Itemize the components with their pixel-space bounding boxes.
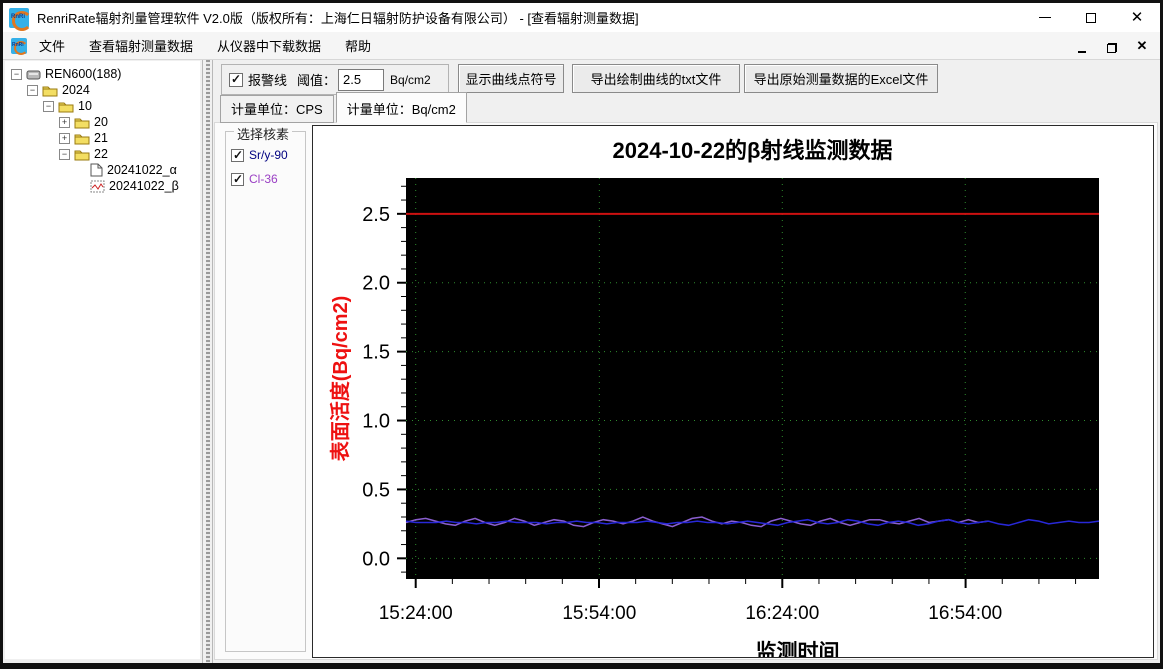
minimize-icon	[1039, 17, 1051, 18]
nuclide-checkbox-0[interactable]	[231, 148, 244, 162]
window-title: RenriRate辐射剂量管理软件 V2.0版（版权所有：上海仁日辐射防护设备有…	[37, 11, 639, 26]
nuclide-label-1: Cl-36	[249, 172, 278, 186]
tree-item-label: 20	[94, 115, 108, 129]
doc-icon	[90, 163, 103, 177]
tree-expander-icon[interactable]: +	[59, 116, 70, 128]
tree-expander-icon[interactable]: −	[59, 148, 70, 160]
tab-unit-0[interactable]: 计量单位：CPS	[220, 95, 334, 123]
svg-text:15:24:00: 15:24:00	[379, 603, 453, 624]
nuclide-checkbox-1[interactable]	[231, 172, 244, 186]
folder-icon	[42, 84, 58, 97]
menu-item-1[interactable]: 查看辐射测量数据	[77, 32, 205, 59]
mdi-restore-button[interactable]	[1104, 39, 1120, 53]
tree-item-label: REN600(188)	[45, 67, 122, 81]
export-excel-button[interactable]: 导出原始测量数据的Excel文件	[744, 64, 938, 93]
tree-item-7[interactable]: 20241022_β	[5, 178, 200, 194]
svg-text:监测时间: 监测时间	[756, 640, 840, 657]
folder-icon	[74, 116, 90, 129]
threshold-input[interactable]	[338, 68, 385, 91]
chart-icon	[90, 180, 105, 193]
close-icon: ✕	[1130, 9, 1144, 26]
nuclide-item-0: Sr/y-90	[231, 148, 305, 162]
tree-expander-icon[interactable]: −	[43, 100, 54, 112]
menu-item-2[interactable]: 从仪器中下载数据	[205, 32, 333, 59]
svg-text:16:24:00: 16:24:00	[745, 603, 819, 624]
tree-item-label: 20241022_α	[107, 163, 177, 177]
tree-expander-icon[interactable]: −	[11, 68, 22, 80]
minimize-button[interactable]	[1022, 3, 1068, 32]
svg-text:0.5: 0.5	[362, 479, 390, 501]
svg-text:2024-10-22的β射线监测数据: 2024-10-22的β射线监测数据	[613, 138, 893, 163]
device-icon	[26, 67, 41, 81]
maximize-button[interactable]	[1068, 3, 1114, 32]
tree-item-6[interactable]: 20241022_α	[5, 162, 200, 178]
mdi-minimize-button[interactable]	[1074, 39, 1090, 53]
main-area: − REN600(188) −2024−10 +20 +21−22 20241022_α 2…	[3, 60, 1160, 664]
menu-item-3[interactable]: 帮助	[333, 32, 383, 59]
panel-splitter[interactable]	[202, 60, 213, 663]
svg-text:2.5: 2.5	[362, 204, 390, 226]
svg-text:1.0: 1.0	[362, 411, 390, 433]
monitoring-chart: 0.0 0.5 1.0 1.5 2.0 2.5 15:24:00 15:54:00 16:24:…	[328, 138, 1100, 664]
tree-expander-icon[interactable]: +	[59, 132, 70, 144]
menu-items: 文件 查看辐射测量数据 从仪器中下载数据 帮助	[27, 32, 383, 59]
show-curve-points-button[interactable]: 显示曲线点符号	[458, 64, 564, 93]
mdi-restore-icon	[1107, 42, 1117, 53]
folder-icon	[74, 132, 90, 145]
tree-item-1[interactable]: − 2024	[5, 82, 200, 98]
svg-text:表面活度(Bq/cm2): 表面活度(Bq/cm2)	[328, 296, 352, 462]
threshold-label: 阈值：	[297, 73, 337, 88]
menu-item-0[interactable]: 文件	[27, 32, 77, 59]
folder-icon	[58, 100, 74, 113]
document-logo-icon	[11, 37, 28, 55]
nuclide-item-1: Cl-36	[231, 172, 305, 186]
tree-item-2[interactable]: − 10	[5, 98, 200, 114]
svg-text:2.0: 2.0	[362, 273, 390, 295]
app-window: RenriRate辐射剂量管理软件 V2.0版（版权所有：上海仁日辐射防护设备有…	[0, 0, 1163, 669]
tree-item-3[interactable]: +20	[5, 114, 200, 130]
menu-bar: 文件查看辐射测量数据从仪器中下载数据帮助 ✕	[3, 32, 1160, 60]
svg-text:15:54:00: 15:54:00	[562, 603, 636, 624]
tree-item-0[interactable]: − REN600(188)	[5, 66, 200, 82]
content-area: 报警线 阈值： Bq/cm2 显示曲线点符号 导出绘制曲线的txt文件 导出原始…	[214, 60, 1160, 664]
unit-tabs: 计量单位：CPS 计量单位：Bq/cm2	[220, 92, 469, 123]
tab-unit-1[interactable]: 计量单位：Bq/cm2	[335, 92, 467, 123]
tree-item-4[interactable]: +21	[5, 130, 200, 146]
nuclide-panel-title: 选择核素	[234, 124, 293, 143]
alarm-line-checkbox[interactable]	[229, 72, 243, 87]
svg-text:16:54:00: 16:54:00	[928, 603, 1002, 624]
threshold-unit-label: Bq/cm2	[390, 72, 431, 87]
export-txt-button[interactable]: 导出绘制曲线的txt文件	[572, 64, 740, 93]
mdi-minimize-icon	[1078, 50, 1086, 53]
nuclide-label-0: Sr/y-90	[249, 148, 288, 162]
chart-panel: 0.0 0.5 1.0 1.5 2.0 2.5 15:24:00 15:54:00 16:24:…	[312, 125, 1154, 664]
folder-icon	[74, 148, 90, 161]
tree-item-label: 10	[78, 99, 92, 113]
title-bar: RenriRate辐射剂量管理软件 V2.0版（版权所有：上海仁日辐射防护设备有…	[3, 3, 1160, 32]
mdi-close-icon: ✕	[1136, 38, 1148, 53]
maximize-icon	[1086, 12, 1096, 23]
svg-text:1.5: 1.5	[362, 342, 390, 364]
tree-item-label: 2024	[62, 83, 90, 97]
tree-item-label: 22	[94, 147, 108, 161]
app-logo-icon	[9, 7, 32, 31]
alarm-line-group: 报警线 阈值： Bq/cm2	[221, 64, 449, 95]
svg-text:0.0: 0.0	[362, 548, 390, 570]
tree-expander-icon[interactable]: −	[27, 84, 38, 96]
tree-item-label: 21	[94, 131, 108, 145]
alarm-line-label: 报警线	[248, 73, 288, 88]
nuclide-panel: 选择核素 Sr/y-90 Cl-36	[225, 124, 306, 652]
tree-item-label: 20241022_β	[109, 179, 179, 193]
mdi-close-button[interactable]: ✕	[1134, 39, 1150, 53]
tree-item-5[interactable]: − 22	[5, 146, 200, 162]
close-button[interactable]: ✕	[1114, 3, 1160, 32]
measurement-tree: − REN600(188) −2024−10 +20 +21−22 20241022_α 2…	[5, 61, 200, 659]
